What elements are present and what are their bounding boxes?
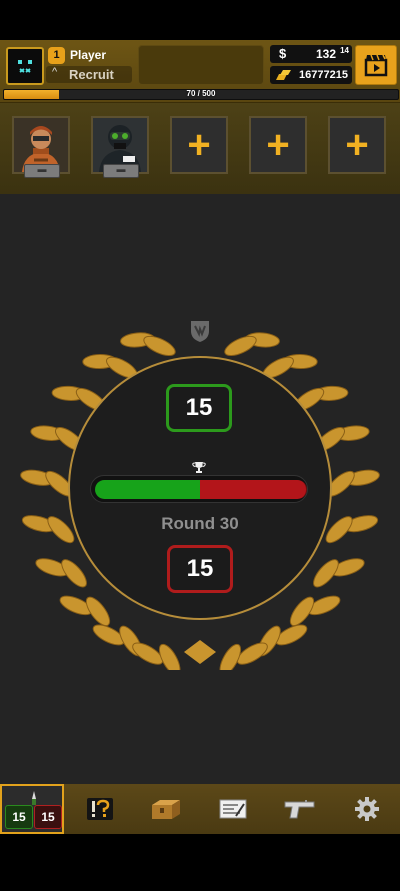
round-segment — [95, 480, 132, 499]
nav-match[interactable]: 15 15 — [0, 784, 64, 834]
crate-icon — [152, 800, 180, 819]
watch-video-button[interactable] — [355, 45, 397, 85]
slot-weapon-tag: ▬ — [24, 164, 60, 178]
avatar-face-icon — [18, 60, 32, 73]
bottom-nav: 15 15 — [0, 784, 400, 834]
gear-icon — [355, 797, 379, 821]
pistol-icon — [284, 800, 315, 819]
player-name: Player — [70, 48, 107, 62]
round-segment — [200, 480, 237, 499]
dollar-icon: $ — [279, 46, 287, 61]
team-panel: ▬ ▬ + + + — [0, 103, 400, 194]
money-counter: $ 132 14 — [270, 45, 352, 63]
nav-ct-score: 15 — [5, 805, 33, 829]
slot-weapon-tag: ▬ — [103, 164, 139, 178]
ct-score: 15 — [166, 384, 232, 432]
xp-text: 70 / 500 — [186, 89, 216, 98]
nav-market[interactable] — [200, 784, 266, 834]
system-nav-area — [0, 834, 400, 891]
add-member-icon: + — [345, 123, 369, 167]
team-slot-5-add[interactable]: + — [328, 116, 386, 174]
team-slot-4-add[interactable]: + — [249, 116, 307, 174]
money-value: 132 — [315, 47, 336, 61]
top-bar: 1 Player ^ Recruit $ 132 14 16777215 70 … — [0, 40, 400, 103]
gold-bars-icon — [276, 70, 291, 80]
gold-counter: 16777215 — [270, 66, 352, 84]
team-slot-3-add[interactable]: + — [170, 116, 228, 174]
ticket-icon — [219, 799, 247, 819]
gold-value: 16777215 — [299, 69, 348, 81]
nav-cases[interactable] — [133, 784, 199, 834]
xp-progress-bar: 70 / 500 — [3, 89, 399, 100]
nav-settings[interactable] — [334, 784, 400, 834]
round-segment — [165, 480, 202, 499]
round-segment — [235, 480, 272, 499]
player-level-badge: 1 — [48, 47, 65, 64]
add-member-icon: + — [266, 123, 290, 167]
nav-missions[interactable] — [67, 784, 133, 834]
clapperboard-icon — [364, 54, 388, 77]
status-bar — [0, 0, 400, 40]
round-segment — [130, 480, 167, 499]
round-segment — [270, 480, 307, 499]
nav-inventory[interactable] — [267, 784, 333, 834]
rank-label: Recruit — [69, 67, 114, 82]
team-slot-1[interactable]: ▬ — [12, 116, 70, 178]
team-slot-2[interactable]: ▬ — [91, 116, 149, 178]
rank-row[interactable]: ^ Recruit — [46, 66, 132, 83]
round-label: Round 30 — [161, 514, 239, 533]
chevron-up-icon: ^ — [52, 66, 58, 78]
money-cents: 14 — [340, 46, 349, 55]
round-progress-track — [90, 475, 308, 503]
t-score: 15 — [167, 545, 233, 593]
trophy-icon — [192, 462, 206, 473]
add-member-icon: + — [187, 123, 211, 167]
nav-t-score: 15 — [34, 805, 62, 829]
exclamation-question-icon — [87, 798, 113, 820]
banner-slot[interactable] — [138, 45, 264, 85]
player-avatar[interactable] — [6, 47, 44, 85]
knife-icon — [32, 791, 36, 805]
